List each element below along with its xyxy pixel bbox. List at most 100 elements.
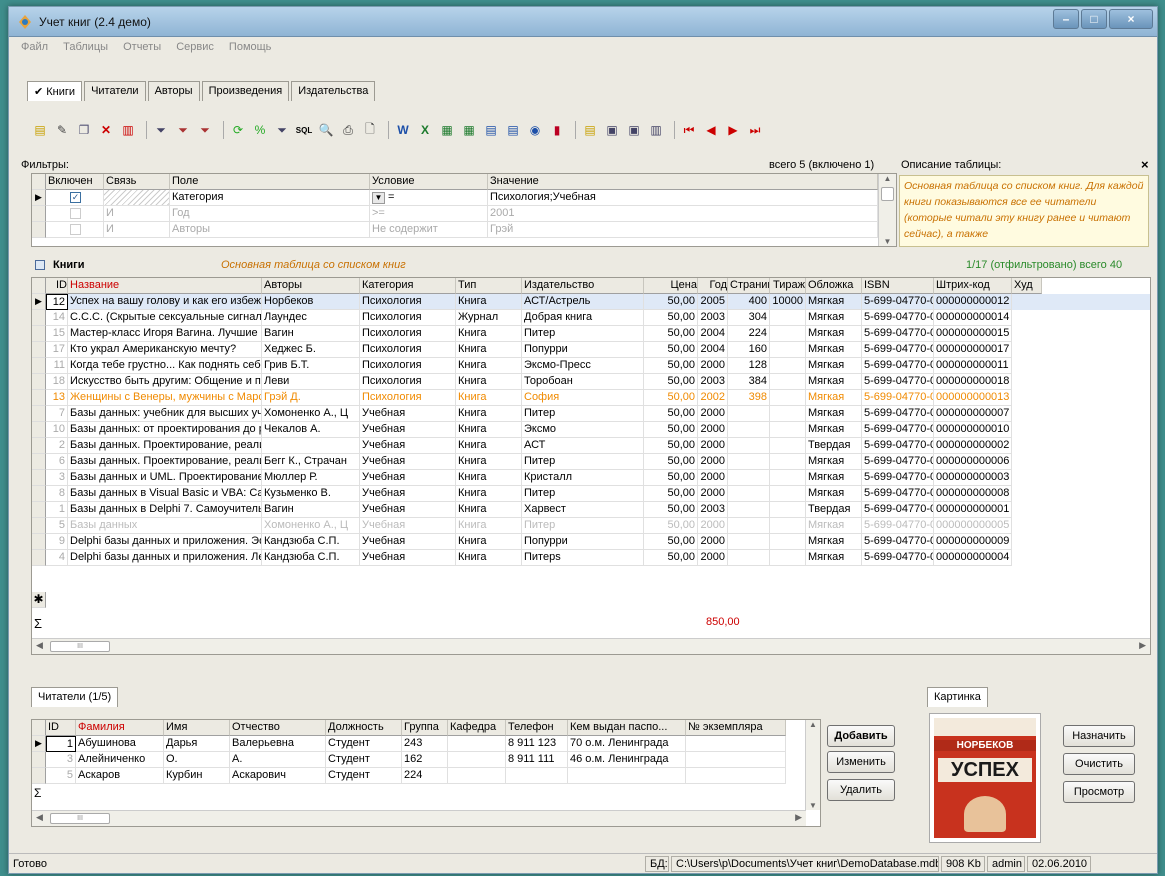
book-cell-6[interactable]: 50,00 (644, 294, 698, 310)
books-col-11[interactable]: ISBN (862, 278, 934, 294)
book-cell-12[interactable]: 000000000015 (934, 326, 1012, 342)
books-col-13[interactable]: Худ (1012, 278, 1042, 294)
reader-cell-8[interactable]: 70 о.м. Ленинграда (568, 736, 686, 752)
reader-cell-1[interactable]: Абушинова (76, 736, 164, 752)
book-cell-11[interactable]: 5-699-04770-0 (862, 406, 934, 422)
readers-col-3[interactable]: Отчество (230, 720, 326, 736)
book-cell-10[interactable]: Мягкая (806, 342, 862, 358)
filter-link[interactable]: И (104, 206, 170, 222)
books-col-8[interactable]: Страниц (728, 278, 770, 294)
book-cell-5[interactable]: Питер (522, 406, 644, 422)
book-cell-12[interactable]: 000000000018 (934, 374, 1012, 390)
book-cell-10[interactable]: Твердая (806, 438, 862, 454)
tab-works[interactable]: Произведения (201, 81, 290, 101)
book-cell-2[interactable]: Норбеков (262, 294, 360, 310)
book-cell-8[interactable] (728, 534, 770, 550)
book-cell-7[interactable]: 2000 (698, 518, 728, 534)
book-cell-6[interactable]: 50,00 (644, 550, 698, 566)
book-cell-1[interactable]: Искусство быть другим: Общение и пс (68, 374, 262, 390)
book-cell-10[interactable]: Мягкая (806, 422, 862, 438)
remove-filter-icon[interactable]: ⏷ (196, 121, 214, 139)
find-icon[interactable]: 🔍 (317, 121, 335, 139)
book-cell-10[interactable]: Мягкая (806, 534, 862, 550)
book-cell-10[interactable]: Мягкая (806, 326, 862, 342)
book-cell-9[interactable]: 10000 (770, 294, 806, 310)
book-cell-3[interactable]: Учебная (360, 550, 456, 566)
menu-file[interactable]: Файл (21, 41, 48, 53)
book-cell-10[interactable]: Мягкая (806, 390, 862, 406)
book-cell-9[interactable] (770, 518, 806, 534)
assign-picture-button[interactable]: Назначить (1063, 725, 1135, 747)
book-cell-5[interactable]: Добрая книга (522, 310, 644, 326)
book-cell-2[interactable]: Грэй Д. (262, 390, 360, 406)
book-cell-1[interactable]: Базы данных: от проектирования до р (68, 422, 262, 438)
readers-col-6[interactable]: Кафедра (448, 720, 506, 736)
desc-close-icon[interactable]: × (1141, 157, 1149, 172)
filters-scrollbar[interactable]: ▲ ▼ (878, 174, 896, 246)
export-html-icon[interactable]: ▤ (482, 121, 500, 139)
book-row[interactable]: 6 Базы данных. Проектирование, реали Бегг … (32, 454, 1150, 470)
last-record-icon[interactable]: ⏭ (746, 121, 764, 139)
refresh-icon[interactable]: ⟳ (229, 121, 247, 139)
book-cell-0[interactable]: 18 (46, 374, 68, 390)
book-cell-2[interactable]: Грив Б.Т. (262, 358, 360, 374)
col-field[interactable]: Поле (170, 174, 370, 190)
book-cell-12[interactable]: 000000000005 (934, 518, 1012, 534)
book-cell-8[interactable]: 304 (728, 310, 770, 326)
reader-cell-0[interactable]: 5 (46, 768, 76, 784)
view-picture-button[interactable]: Просмотр (1063, 781, 1135, 803)
book-cell-5[interactable]: Эксмо (522, 422, 644, 438)
sql-icon[interactable]: SQL (295, 121, 313, 139)
books-hscrollbar[interactable]: ◀ III ▶ (32, 638, 1150, 654)
tab-publishers[interactable]: Издательства (291, 81, 376, 101)
book-cell-7[interactable]: 2000 (698, 422, 728, 438)
book-cell-8[interactable]: 224 (728, 326, 770, 342)
book-cell-10[interactable]: Мягкая (806, 358, 862, 374)
menu-help[interactable]: Помощь (229, 41, 272, 53)
col-value[interactable]: Значение (488, 174, 878, 190)
book-cell-2[interactable]: Чекалов А. (262, 422, 360, 438)
book-cell-8[interactable] (728, 438, 770, 454)
book-cell-1[interactable]: Успех на вашу голову и как его избежать (68, 294, 262, 310)
prev-record-icon[interactable]: ◀ (702, 121, 720, 139)
book-cell-12[interactable]: 000000000017 (934, 342, 1012, 358)
book-cell-7[interactable]: 2005 (698, 294, 728, 310)
book-cell-10[interactable]: Мягкая (806, 454, 862, 470)
filter-enabled-checkbox[interactable] (70, 223, 81, 235)
form-icon[interactable]: ▥ (647, 121, 665, 139)
book-cell-4[interactable]: Книга (456, 486, 522, 502)
delete-reader-button[interactable]: Удалить (827, 779, 895, 801)
reader-cell-4[interactable]: Студент (326, 768, 402, 784)
books-panel-icon[interactable] (35, 260, 45, 270)
book-cell-3[interactable]: Учебная (360, 422, 456, 438)
book-cell-11[interactable]: 5-699-04770-0 (862, 374, 934, 390)
reader-cell-8[interactable] (568, 768, 686, 784)
book-row[interactable]: 15 Мастер-класс Игоря Вагина. Лучшие п Ваг… (32, 326, 1150, 342)
book-cell-12[interactable]: 000000000010 (934, 422, 1012, 438)
book-cell-6[interactable]: 50,00 (644, 358, 698, 374)
book-cell-0[interactable]: 13 (46, 390, 68, 406)
book-cell-0[interactable]: 15 (46, 326, 68, 342)
edit-reader-button[interactable]: Изменить (827, 751, 895, 773)
reader-cell-2[interactable]: О. (164, 752, 230, 768)
reader-row[interactable]: 5 Аскаров Курбин Аскарович Студент 224 (32, 768, 807, 784)
book-cell-5[interactable]: Эксмо-Пресс (522, 358, 644, 374)
readers-col-9[interactable]: № экземпляра (686, 720, 786, 736)
reader-cell-3[interactable]: Аскарович (230, 768, 326, 784)
book-cell-0[interactable]: 17 (46, 342, 68, 358)
columns-icon[interactable]: ▣ (625, 121, 643, 139)
filter-link[interactable]: И (104, 222, 170, 238)
excel-export-icon[interactable]: X (416, 121, 434, 139)
reader-cell-8[interactable]: 46 о.м. Ленинграда (568, 752, 686, 768)
book-cell-5[interactable]: Харвест (522, 502, 644, 518)
book-cell-8[interactable] (728, 486, 770, 502)
readers-col-1[interactable]: Фамилия (76, 720, 164, 736)
book-cell-0[interactable]: 11 (46, 358, 68, 374)
readers-col-8[interactable]: Кем выдан паспо... (568, 720, 686, 736)
book-cell-10[interactable]: Мягкая (806, 406, 862, 422)
filter-value[interactable]: Грэй (488, 222, 878, 238)
book-row[interactable]: 1 Базы данных в Delphi 7. Самоучитель Ваги… (32, 502, 1150, 518)
chart-icon[interactable]: ▮ (548, 121, 566, 139)
books-col-5[interactable]: Издательство (522, 278, 644, 294)
book-cell-0[interactable]: 14 (46, 310, 68, 326)
